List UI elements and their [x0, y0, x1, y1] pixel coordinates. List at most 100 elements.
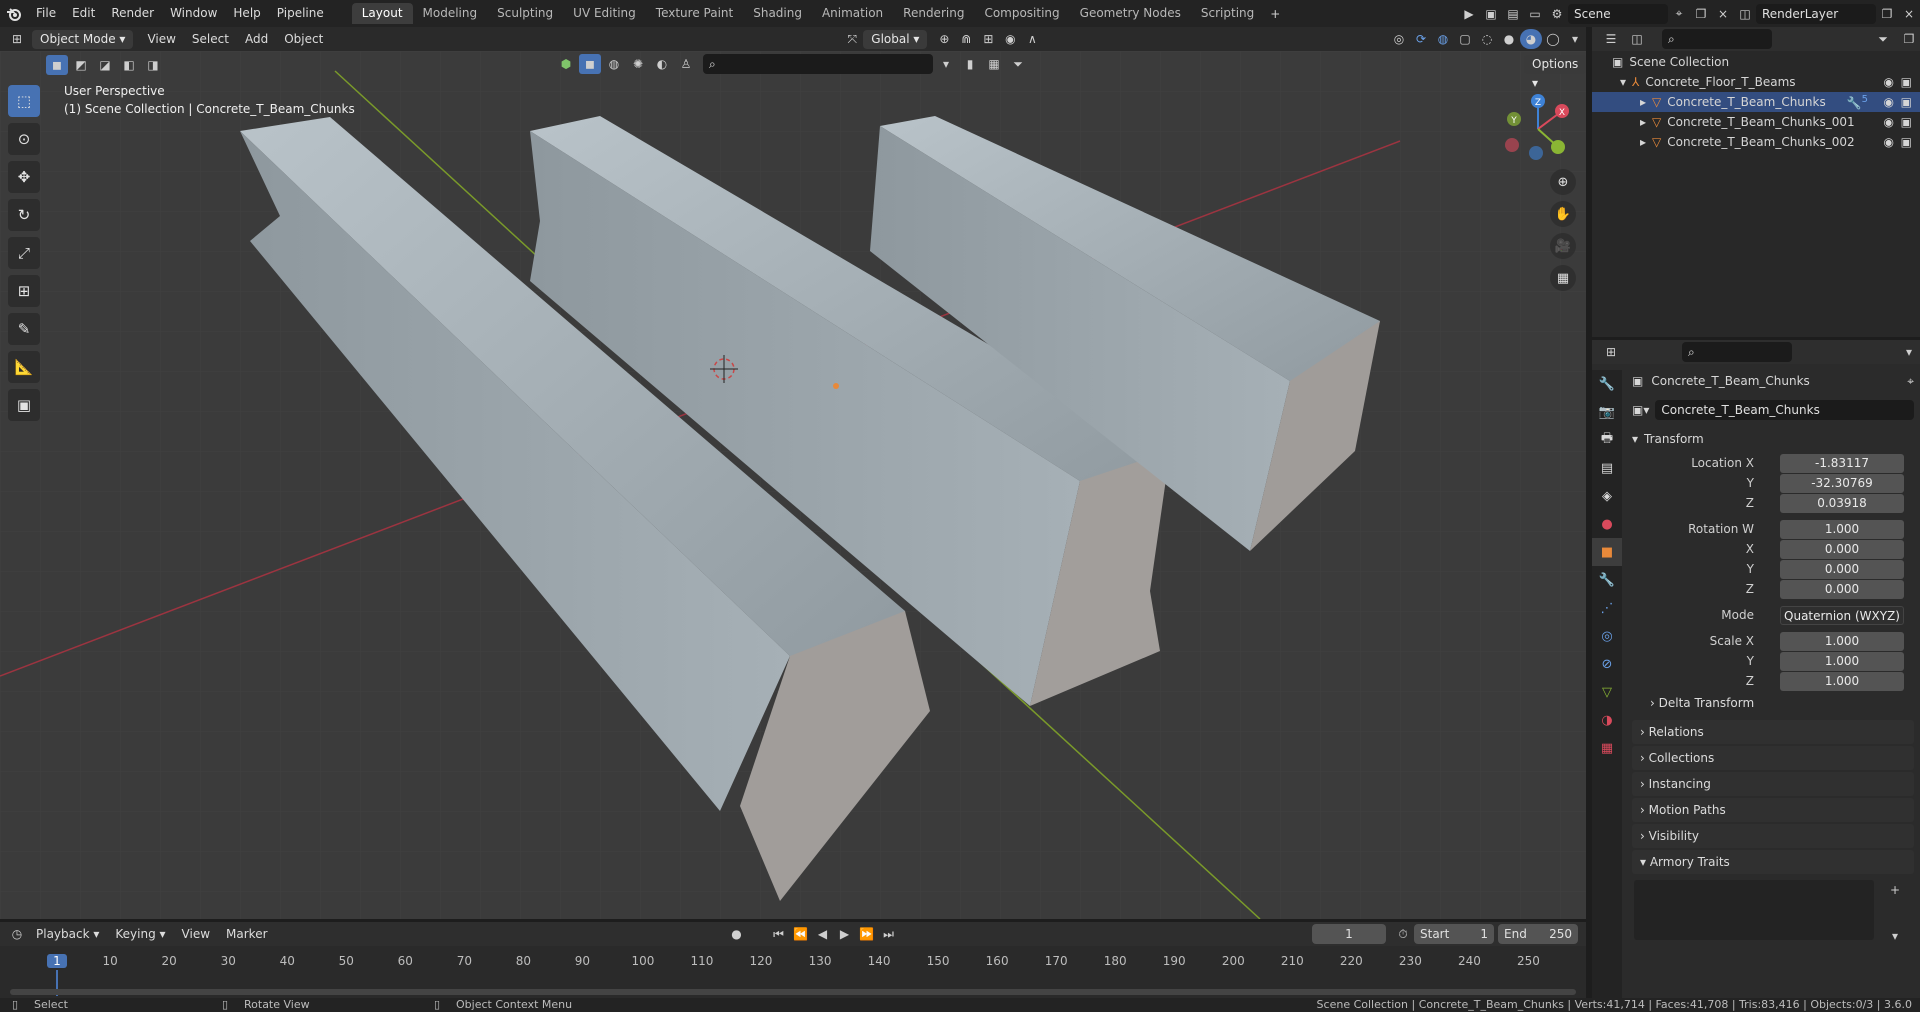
ortho-toggle-icon[interactable]: ▦: [1550, 265, 1576, 291]
keying-menu[interactable]: Keying ▾: [107, 927, 173, 941]
solid-shading-icon[interactable]: ●: [1498, 29, 1520, 49]
expand-arrow-icon[interactable]: ▸: [1640, 95, 1646, 109]
camera-view-icon[interactable]: 🎥: [1550, 233, 1576, 259]
location-y-field[interactable]: -32.30769: [1780, 474, 1904, 493]
annotate-tool-icon[interactable]: ✎: [8, 313, 40, 345]
play-icon[interactable]: ▶: [834, 924, 856, 944]
select-new-icon[interactable]: ◼: [46, 55, 68, 75]
tab-layout[interactable]: Layout: [351, 3, 413, 24]
add-cube-tool-icon[interactable]: ▣: [8, 389, 40, 421]
filter-dropdown-icon[interactable]: ▾: [935, 54, 957, 74]
viewport-search-input[interactable]: ⌕: [703, 54, 933, 74]
move-tool-icon[interactable]: ✥: [8, 161, 40, 193]
material-preview-icon[interactable]: ◕: [1520, 29, 1542, 49]
tab-uv-editing[interactable]: UV Editing: [563, 3, 646, 24]
xray-icon[interactable]: ▢: [1454, 29, 1476, 49]
expand-arrow-icon[interactable]: ▾: [1620, 75, 1626, 89]
mesh-filter-icon[interactable]: ◍: [603, 54, 625, 74]
timeline-ruler[interactable]: 1 10 20 30 40 50 60 70 80 90 100 110 120 130 140 150 160…: [0, 946, 1586, 998]
options-dropdown[interactable]: Options ▾: [1524, 55, 1586, 90]
pin-icon[interactable]: ⌖: [1668, 4, 1690, 24]
timeline-editor-icon[interactable]: ◷: [6, 924, 28, 944]
scale-x-field[interactable]: 1.000: [1780, 632, 1904, 651]
select-intersect-icon[interactable]: ◨: [142, 55, 164, 75]
select-box-tool-icon[interactable]: ⬚: [8, 85, 40, 117]
rotation-y-field[interactable]: 0.000: [1780, 560, 1904, 579]
camera-icon[interactable]: ▣: [1901, 75, 1912, 89]
prev-keyframe-icon[interactable]: ⏪: [790, 924, 812, 944]
outliner-item-1[interactable]: ▸ ▽ Concrete_T_Beam_Chunks_001 ◉ ▣: [1592, 112, 1920, 132]
pan-hand-icon[interactable]: ✋: [1550, 201, 1576, 227]
rotation-w-field[interactable]: 1.000: [1780, 520, 1904, 539]
particles-tab-icon[interactable]: ⋰: [1592, 594, 1622, 622]
tool-tab-icon[interactable]: 🔧: [1592, 370, 1622, 398]
navigation-gizmo[interactable]: Z X Y: [1500, 91, 1576, 167]
expand-arrow-icon[interactable]: ▸: [1640, 135, 1646, 149]
display-mode-icon[interactable]: ◫: [1626, 29, 1648, 49]
tab-modeling[interactable]: Modeling: [413, 3, 488, 24]
armory-traits-list[interactable]: [1634, 880, 1874, 940]
object-filter-icon[interactable]: ◼: [579, 54, 601, 74]
delete-view-layer-icon[interactable]: ×: [1898, 4, 1920, 24]
transform-tool-icon[interactable]: ⊞: [8, 275, 40, 307]
rotation-x-field[interactable]: 0.000: [1780, 540, 1904, 559]
constraints-tab-icon[interactable]: ⊘: [1592, 650, 1622, 678]
camera-icon[interactable]: ▣: [1901, 115, 1912, 129]
object-tab-icon[interactable]: ■: [1592, 538, 1622, 566]
tab-animation[interactable]: Animation: [812, 3, 893, 24]
editor-type-icon[interactable]: ⊞: [6, 29, 28, 49]
data-tab-icon[interactable]: ▽: [1592, 678, 1622, 706]
properties-options-icon[interactable]: ▾: [1898, 342, 1920, 362]
scene-tab-icon[interactable]: ◈: [1592, 482, 1622, 510]
3d-viewport[interactable]: User Perspective (1) Scene Collection | …: [0, 51, 1586, 919]
output-tab-icon[interactable]: 🖶: [1592, 426, 1622, 454]
eye-icon[interactable]: ◉: [1884, 135, 1894, 149]
view-layer-tab-icon[interactable]: ▤: [1592, 454, 1622, 482]
light-filter-icon[interactable]: ✺: [627, 54, 649, 74]
timeline-scrollbar[interactable]: [10, 989, 1576, 995]
blender-logo-icon[interactable]: [0, 0, 28, 27]
relations-panel-header[interactable]: › Relations: [1632, 720, 1914, 744]
outliner-scene-collection[interactable]: ▣ Scene Collection: [1592, 52, 1920, 72]
window-icon[interactable]: ▭: [1524, 4, 1546, 24]
add-trait-icon[interactable]: +: [1884, 880, 1906, 900]
rotation-mode-dropdown[interactable]: Quaternion (WXYZ) ▾: [1780, 606, 1904, 642]
transform-orientation-dropdown[interactable]: Global ▾: [863, 29, 928, 49]
properties-search-input[interactable]: ⌕: [1682, 342, 1792, 362]
camera-icon[interactable]: ▣: [1901, 135, 1912, 149]
tab-sculpting[interactable]: Sculpting: [487, 3, 563, 24]
stopwatch-icon[interactable]: ⏱: [1392, 924, 1414, 944]
visibility-icon[interactable]: ◎: [1388, 29, 1410, 49]
wireframe-shading-icon[interactable]: ◌: [1476, 29, 1498, 49]
pin-icon[interactable]: ⌖: [1907, 374, 1914, 389]
scene-selector[interactable]: Scene: [1568, 3, 1668, 24]
record-icon[interactable]: ●: [726, 924, 748, 944]
current-frame-marker[interactable]: 1: [47, 954, 67, 968]
gizmo-toggle-icon[interactable]: ⟳: [1410, 29, 1432, 49]
jump-end-icon[interactable]: ⏭: [878, 924, 900, 944]
eye-icon[interactable]: ◉: [1884, 75, 1894, 89]
playback-menu[interactable]: Playback ▾: [28, 927, 107, 941]
render-tab-icon[interactable]: 📷: [1592, 398, 1622, 426]
proportional-edit-icon[interactable]: ◉: [999, 29, 1021, 49]
view-layer-icon[interactable]: ◫: [1734, 4, 1756, 24]
location-x-field[interactable]: -1.83117: [1780, 454, 1904, 473]
physics-tab-icon[interactable]: ◎: [1592, 622, 1622, 650]
select-extend-icon[interactable]: ◩: [70, 55, 92, 75]
tab-geometry-nodes[interactable]: Geometry Nodes: [1070, 3, 1191, 24]
visibility-panel-header[interactable]: › Visibility: [1632, 824, 1914, 848]
zoom-icon[interactable]: ⊕: [1550, 169, 1576, 195]
object-name-field[interactable]: Concrete_T_Beam_Chunks: [1655, 400, 1914, 420]
world-tab-icon[interactable]: ●: [1592, 510, 1622, 538]
measure-tool-icon[interactable]: 📐: [8, 351, 40, 383]
menu-file[interactable]: File: [28, 0, 64, 27]
motion-paths-panel-header[interactable]: › Motion Paths: [1632, 798, 1914, 822]
transform-panel-header[interactable]: ▾ Transform: [1632, 428, 1914, 450]
overlay-toggle-icon[interactable]: ◍: [1432, 29, 1454, 49]
menu-window[interactable]: Window: [162, 0, 225, 27]
modifier-wrench-icon[interactable]: 🔧5: [1847, 94, 1868, 110]
rendered-shading-icon[interactable]: ◯: [1542, 29, 1564, 49]
select-invert-icon[interactable]: ◧: [118, 55, 140, 75]
instancing-panel-header[interactable]: › Instancing: [1632, 772, 1914, 796]
rotate-tool-icon[interactable]: ↻: [8, 199, 40, 231]
